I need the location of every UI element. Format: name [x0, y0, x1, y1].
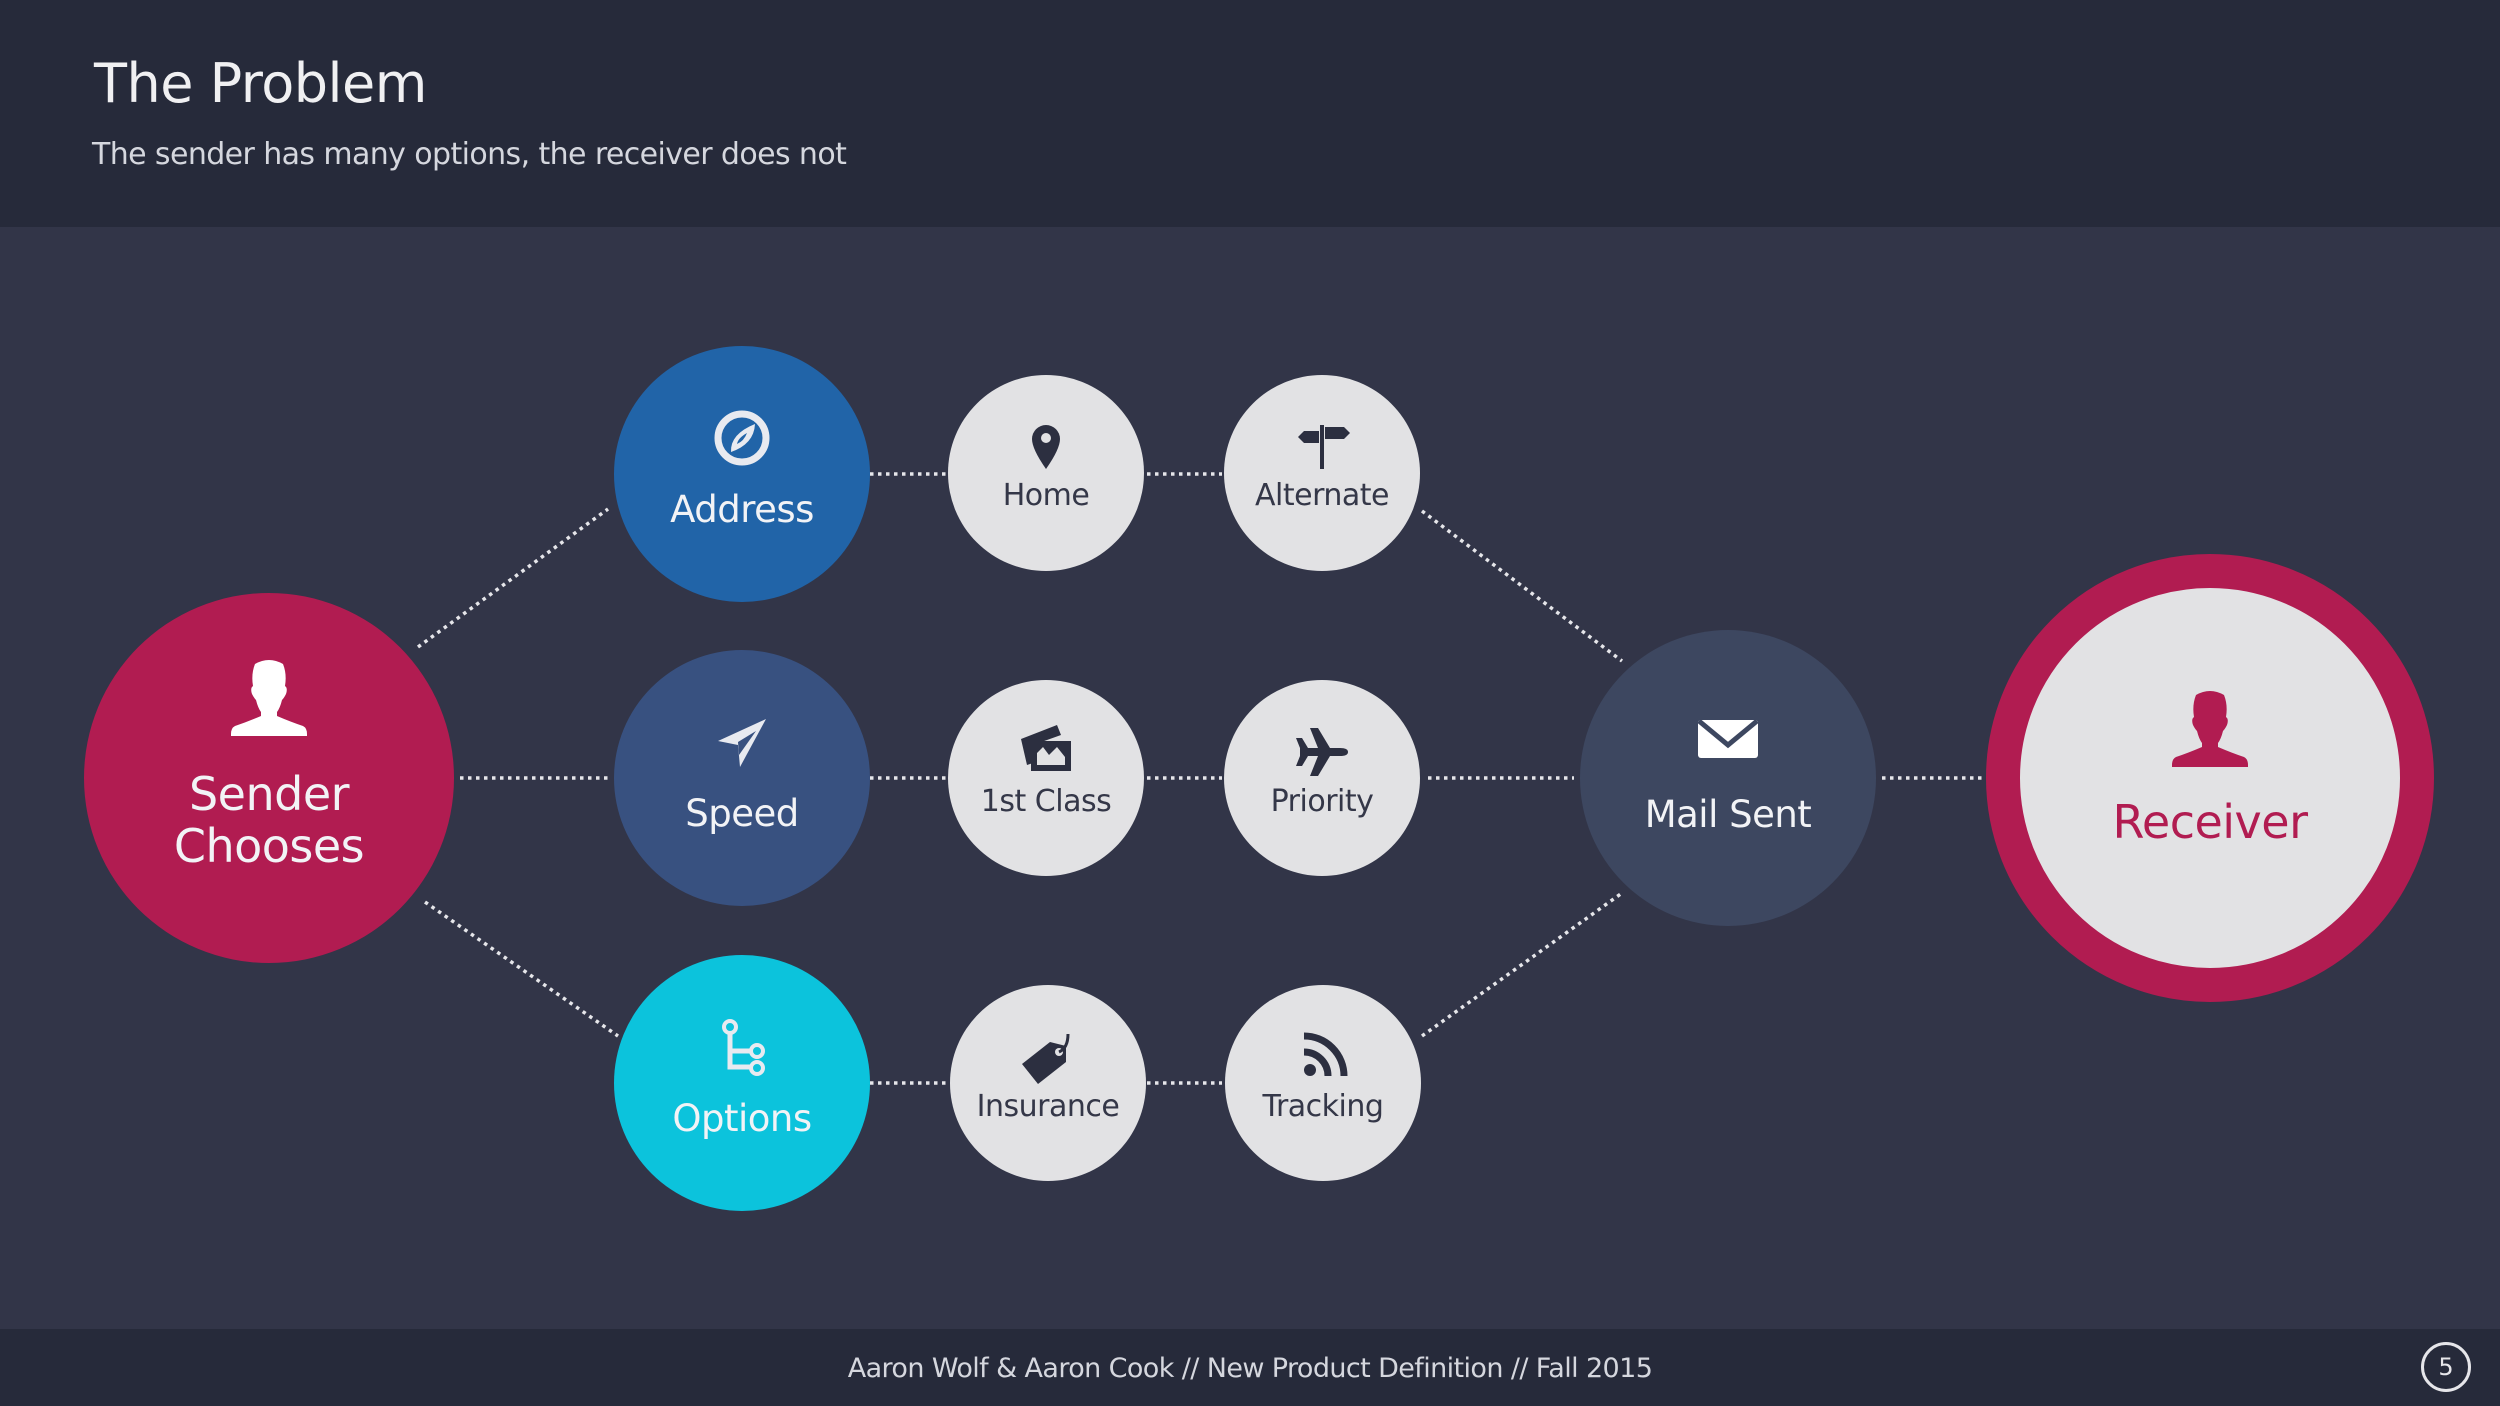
option-node-1st-class — [948, 680, 1144, 876]
category-label-address: Address — [670, 488, 814, 531]
option-node-home — [948, 375, 1144, 571]
option-node-alternate — [1224, 375, 1420, 571]
option-label-priority: Priority — [1270, 784, 1374, 819]
option-label-tracking: Tracking — [1262, 1089, 1384, 1124]
nodes — [84, 346, 2434, 1211]
envelope-icon — [1697, 719, 1759, 758]
connector-sender-options — [424, 900, 619, 1038]
category-node-speed — [614, 650, 870, 906]
option-node-tracking — [1225, 985, 1421, 1181]
sender-label: Sender Chooses — [173, 767, 365, 873]
mail-sent-label: Mail Sent — [1644, 793, 1812, 836]
category-label-speed: Speed — [685, 792, 799, 835]
category-node-address — [614, 346, 870, 602]
receiver-label: Receiver — [2112, 795, 2308, 849]
sender-label-line1: Sender — [188, 767, 350, 821]
option-label-alternate: Alternate — [1254, 478, 1390, 513]
option-label-home: Home — [1002, 478, 1090, 513]
category-node-options — [614, 955, 870, 1211]
receiver-node — [1986, 554, 2434, 1002]
option-label-insurance: Insurance — [976, 1089, 1120, 1124]
connector-sender-address — [416, 507, 610, 649]
option-node-priority — [1224, 680, 1420, 876]
mail-sent-node — [1580, 630, 1876, 926]
connector-tracking-mail — [1420, 891, 1624, 1038]
option-label-1st-class: 1st Class — [980, 784, 1112, 819]
connector-alternate-mail — [1420, 509, 1624, 663]
page-number: 5 — [2421, 1342, 2471, 1392]
sender-label-line2: Chooses — [173, 819, 365, 873]
option-node-insurance — [950, 985, 1146, 1181]
flow-diagram — [84, 346, 2434, 1211]
category-label-options: Options — [672, 1097, 812, 1140]
footer-text: Aaron Wolf & Aaron Cook // New Product D… — [847, 1353, 1653, 1384]
